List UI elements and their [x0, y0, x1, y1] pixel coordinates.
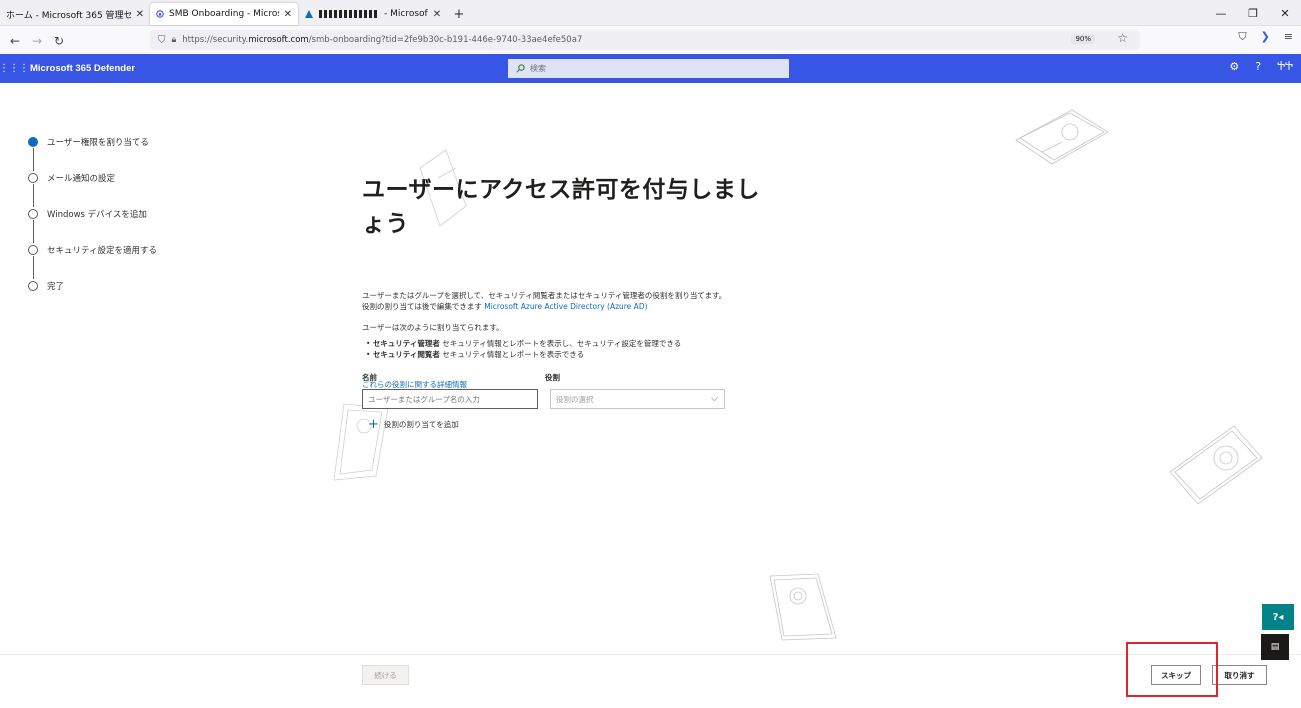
main-content: ユーザーにアクセス許可を付与しましょう ユーザーまたはグループを選択して、セキュ… [362, 170, 782, 390]
step-label: メール通知の設定 [47, 174, 116, 184]
search-placeholder: 検索 [530, 64, 546, 73]
role-description: セキュリティ情報とレポートを表示し、セキュリティ設定を管理できる [439, 339, 682, 348]
browser-nav-bar: ← → ↻ ⛉ 🔒︎ https://security. microsoft.co… [0, 27, 1301, 54]
url-prefix: https://security. [182, 35, 249, 45]
menu-icon[interactable]: ≡ [1284, 30, 1293, 44]
minimize-icon[interactable]: — [1205, 0, 1237, 26]
continue-button[interactable]: 続ける [362, 665, 409, 685]
url-path: /smb-onboarding?tid=2fe9b30c-b191-446e-9… [308, 35, 583, 45]
tab-title: - Microsof [384, 9, 428, 19]
back-icon[interactable]: ← [4, 30, 26, 52]
list-item: セキュリティ管理者 セキュリティ情報とレポートを表示し、セキュリティ設定を管理で… [366, 338, 782, 349]
browser-tab[interactable]: - Microsof ✕ [298, 3, 448, 25]
browser-tab-active[interactable]: SMB Onboarding - Microsoft 3( ✕ [150, 3, 298, 25]
azure-ad-link[interactable]: Microsoft Azure Active Directory (Azure … [484, 302, 647, 311]
new-tab-icon[interactable]: + [448, 3, 470, 25]
footer-divider [0, 654, 1301, 655]
reload-icon[interactable]: ↻ [48, 30, 70, 52]
window-controls: — ❐ ✕ [1205, 0, 1301, 26]
plus-icon: + [368, 416, 379, 432]
step-label: Windows デバイスを追加 [47, 210, 147, 220]
browser-tab-strip: ホーム - Microsoft 365 管理センター ✕ SMB Onboard… [0, 0, 1301, 26]
bookmark-star-icon[interactable]: ☆ [1117, 31, 1128, 45]
step-label: 完了 [47, 282, 65, 292]
account-icon[interactable]: ႵႵ [1277, 60, 1293, 73]
step-connector [33, 184, 34, 207]
onboarding-stepper: ユーザー権限を割り当てる メール通知の設定 Windows デバイスを追加 セキ… [28, 134, 188, 314]
step-label: セキュリティ設定を適用する [47, 246, 157, 256]
step-assign-permissions[interactable]: ユーザー権限を割り当てる [28, 134, 188, 171]
extension-icon[interactable]: ❯ [1261, 30, 1270, 44]
app-launcher-icon[interactable]: ⋮⋮⋮ [0, 63, 29, 74]
role-list: セキュリティ管理者 セキュリティ情報とレポートを表示し、セキュリティ設定を管理で… [362, 338, 782, 360]
role-dropdown[interactable]: 役割の選択 ⌵ [550, 389, 725, 409]
page-title: ユーザーにアクセス許可を付与しましょう [362, 177, 760, 237]
decorative-illustration [333, 403, 389, 481]
list-item: セキュリティ閲覧者 セキュリティ情報とレポートを表示できる [366, 349, 782, 360]
browser-toolbar-right: ⛉ ❯ ≡ [1238, 30, 1293, 44]
highlight-annotation [1126, 642, 1218, 697]
pocket-icon[interactable]: ⛉ [1238, 30, 1246, 44]
role-label: 役割 [545, 373, 560, 382]
decorative-illustration [769, 573, 837, 641]
step-indicator [28, 173, 38, 183]
name-field[interactable] [362, 389, 538, 409]
step-connector [33, 256, 34, 279]
close-icon[interactable]: ✕ [433, 9, 441, 20]
assign-intro: ユーザーは次のように割り当てられます。 [362, 323, 504, 332]
intro-text: ユーザーまたはグループを選択して、セキュリティ閲覧者またはセキュリティ管理者の役… [362, 290, 782, 312]
close-icon[interactable]: ✕ [136, 9, 144, 20]
step-add-windows-devices[interactable]: Windows デバイスを追加 [28, 206, 188, 243]
step-complete[interactable]: 完了 [28, 278, 188, 314]
app-name[interactable]: Microsoft 365 Defender [30, 63, 135, 74]
security-favicon-icon [156, 10, 164, 18]
step-connector [33, 220, 34, 243]
role-name: セキュリティ管理者 [372, 339, 440, 348]
close-window-icon[interactable]: ✕ [1269, 0, 1301, 26]
step-indicator [28, 209, 38, 219]
decorative-illustration [1015, 109, 1109, 165]
redacted-text [319, 10, 379, 18]
step-email-notifications[interactable]: メール通知の設定 [28, 170, 188, 207]
zoom-level[interactable]: 90% [1071, 34, 1095, 44]
cancel-button[interactable]: 取り消す [1212, 665, 1267, 685]
add-role-label: 役割の割り当てを追加 [383, 420, 459, 429]
role-placeholder: 役割の選択 [556, 394, 594, 404]
step-indicator [28, 281, 38, 291]
role-name: セキュリティ閲覧者 [372, 350, 440, 359]
feedback-icon[interactable]: ▤ [1261, 634, 1289, 660]
lock-icon[interactable]: 🔒︎ [172, 35, 177, 45]
chevron-down-icon: ⌵ [711, 394, 718, 404]
forward-icon[interactable]: → [26, 30, 48, 52]
decorative-illustration [1169, 425, 1263, 505]
step-indicator [28, 245, 38, 255]
settings-icon[interactable]: ⚙ [1229, 60, 1239, 73]
step-connector [33, 148, 34, 171]
header-tools: ⚙ ? ႵႵ [1229, 60, 1293, 73]
step-label: ユーザー権限を割り当てる [47, 138, 149, 148]
intro-line-1: ユーザーまたはグループを選択して、セキュリティ閲覧者またはセキュリティ管理者の役… [362, 291, 727, 300]
help-icon[interactable]: ? [1255, 60, 1261, 73]
tab-title: SMB Onboarding - Microsoft 3( [168, 9, 279, 19]
shield-icon[interactable]: ⛉ [158, 35, 166, 46]
browser-tab[interactable]: ホーム - Microsoft 365 管理センター ✕ [0, 3, 150, 25]
address-bar[interactable]: ⛉ 🔒︎ https://security. microsoft.com/smb-… [150, 30, 1140, 50]
close-icon[interactable]: ✕ [284, 9, 292, 20]
step-apply-security-settings[interactable]: セキュリティ設定を適用する [28, 242, 188, 279]
url-host: microsoft.com [248, 35, 309, 45]
intro-line-2: 役割の割り当ては後で編集できます [362, 302, 485, 311]
role-description: セキュリティ情報とレポートを表示できる [439, 350, 585, 359]
help-assistant-icon[interactable]: ?◂ [1262, 604, 1294, 630]
maximize-icon[interactable]: ❐ [1237, 0, 1269, 26]
name-label: 名前 [362, 373, 377, 382]
search-icon [516, 64, 525, 73]
step-indicator [28, 137, 38, 147]
azure-favicon-icon [305, 10, 313, 18]
app-header: ⋮⋮⋮ Microsoft 365 Defender 検索 ⚙ ? ႵႵ [0, 54, 1301, 83]
tab-title: ホーム - Microsoft 365 管理センター [6, 10, 131, 21]
add-role-assignment-button[interactable]: + 役割の割り当てを追加 [368, 416, 459, 432]
search-input[interactable]: 検索 [508, 59, 789, 78]
